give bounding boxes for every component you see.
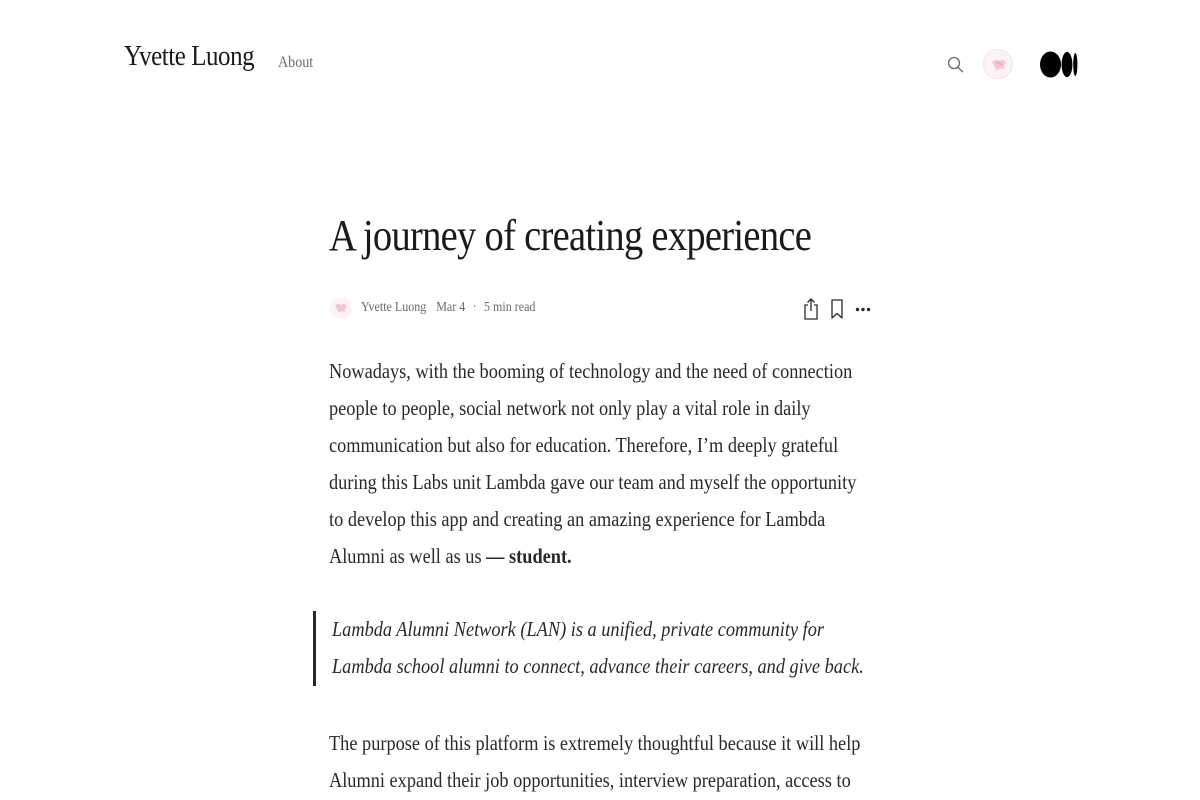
medium-logo[interactable] [1040,50,1078,79]
brand-name[interactable]: Yvette Luong [124,40,255,73]
author-photo [335,303,347,313]
read-time: 5 min read [483,300,536,315]
blockquote: Lambda Alumni Network (LAN) is a unified… [313,611,874,686]
search-icon [947,56,964,73]
paragraph-text: Nowadays, with the booming of technology… [329,359,857,568]
medium-logo-icon [1040,51,1078,78]
author-name[interactable]: Yvette Luong [361,300,426,315]
paragraph: The purpose of this platform is extremel… [329,731,861,792]
paragraph: Nowadays, with the booming of technology… [329,353,874,575]
publish-date: Mar 4 [436,300,466,315]
author-avatar[interactable] [330,297,352,319]
article-title: A journey of creating experience [329,211,812,260]
meta-separator: · [472,300,477,315]
share-icon [804,298,818,320]
share-button[interactable] [800,296,822,322]
more-button[interactable] [852,296,874,322]
search-button[interactable] [946,55,966,75]
more-icon [855,307,871,312]
nav-about-link[interactable]: About [278,54,313,72]
profile-photo [992,59,1006,71]
article-meta: Yvette Luong Mar 4 · 5 min read [329,294,874,324]
top-navigation: Yvette Luong About [0,0,1200,130]
bookmark-button[interactable] [826,296,848,322]
avatar[interactable] [983,49,1013,79]
article-body: Nowadays, with the booming of technology… [313,353,874,799]
meta-info: Yvette Luong Mar 4 · 5 min read [361,300,535,316]
paragraph-bold: — student. [486,544,572,568]
bookmark-icon [831,299,843,319]
article: A journey of creating experience Yvette … [313,205,874,792]
quote-text: Lambda Alumni Network (LAN) is a unified… [332,617,864,678]
